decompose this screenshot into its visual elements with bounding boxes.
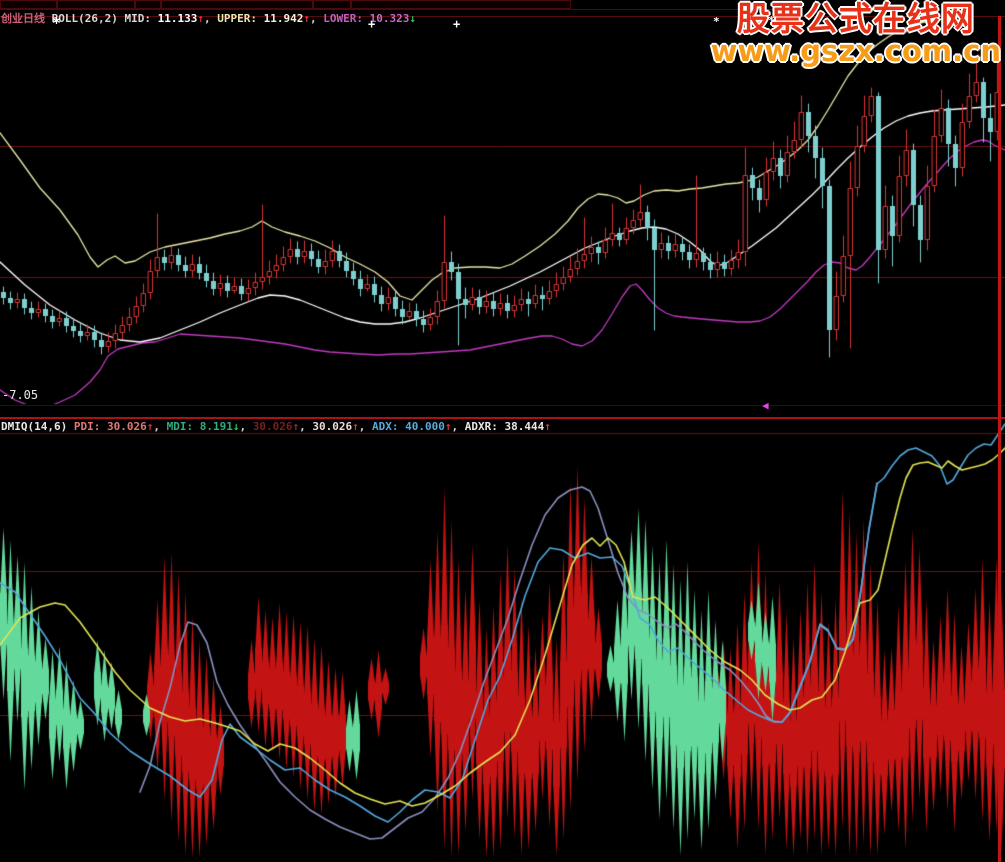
- indicator-name: BOLL(26,2): [51, 12, 125, 25]
- indicator-name: DMIQ(14,6): [1, 420, 74, 433]
- watermark: 股票公式在线网 www.gszx.com.cn: [710, 0, 1001, 69]
- panel-divider-line-thin: [0, 405, 1005, 406]
- watermark-site-url: www.gszx.com.cn: [710, 34, 1001, 69]
- indicator-value: 8.191: [199, 420, 233, 433]
- separator: ,: [299, 420, 313, 433]
- indicator-value: 11.942: [263, 12, 304, 25]
- indicator-label: ADX:: [371, 420, 406, 433]
- trend-arrow-icon: ↑: [303, 12, 310, 25]
- toolbar-button-clipped[interactable]: [0, 0, 57, 9]
- separator: ,: [309, 12, 324, 25]
- price-panel-label: -7.05: [2, 388, 39, 402]
- separator: ,: [203, 12, 218, 25]
- indicator-label: MDI:: [166, 420, 200, 433]
- trend-arrow-icon: ↑: [352, 420, 359, 433]
- watermark-site-name: 股票公式在线网: [736, 0, 975, 38]
- indicator-value: 11.133: [157, 12, 198, 25]
- trend-arrow-icon: ↓: [409, 12, 416, 25]
- toolbar-button-clipped[interactable]: [135, 0, 161, 9]
- indicator-value: 30.026: [252, 420, 293, 433]
- indicator-label: PDI:: [73, 420, 107, 433]
- trend-arrow-icon: ↑: [544, 420, 551, 433]
- indicator-label: MID:: [124, 12, 158, 25]
- symbol-period-label: 创业日线: [1, 12, 52, 25]
- separator: ,: [358, 420, 372, 433]
- trend-arrow-icon: ↑: [197, 12, 204, 25]
- indicator-label: LOWER:: [323, 12, 370, 25]
- boll-header: 创业日线 BOLL(26,2) MID: 11.133↑, UPPER: 11.…: [1, 10, 416, 26]
- separator: ,: [451, 420, 465, 433]
- indicator-value: 38.444: [504, 420, 545, 433]
- separator: ,: [239, 420, 253, 433]
- indicator-value: 30.026: [106, 420, 147, 433]
- indicator-label: UPPER:: [217, 12, 264, 25]
- right-frame-line[interactable]: [998, 16, 1001, 862]
- toolbar-button-clipped[interactable]: [351, 0, 571, 9]
- dmi-header: DMIQ(14,6) PDI: 30.026↑, MDI: 8.191↓, 30…: [1, 420, 551, 433]
- stock-chart-window: 创业日线 BOLL(26,2) MID: 11.133↑, UPPER: 11.…: [0, 0, 1005, 862]
- separator: ,: [153, 420, 167, 433]
- panel-divider-line[interactable]: [0, 417, 1005, 419]
- signal-marker-icon: +: [453, 17, 461, 31]
- toolbar-button-clipped[interactable]: [57, 0, 135, 9]
- indicator-value: 10.323: [369, 12, 410, 25]
- toolbar-button-clipped[interactable]: [161, 0, 313, 9]
- signal-marker-icon: *: [52, 14, 62, 32]
- indicator-value: 30.026: [312, 420, 353, 433]
- indicator-value: 40.000: [405, 420, 445, 433]
- divider-arrow-icon[interactable]: ◀: [762, 400, 769, 411]
- signal-marker-icon: +: [368, 17, 376, 31]
- toolbar-button-clipped[interactable]: [313, 0, 351, 9]
- indicator-label: ADXR:: [464, 420, 505, 433]
